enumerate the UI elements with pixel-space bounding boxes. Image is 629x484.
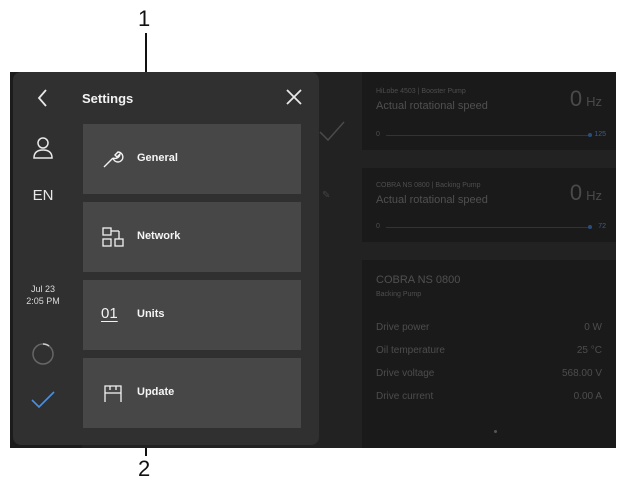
- menu-label: Network: [137, 230, 181, 242]
- background-edit-icon: ✎: [322, 190, 331, 201]
- callout-number-1: 1: [138, 6, 151, 31]
- slider-max: 72: [598, 223, 606, 230]
- language-button[interactable]: EN: [13, 187, 73, 204]
- update-icon: [101, 382, 125, 404]
- details-subtitle: Backing Pump: [376, 291, 422, 298]
- slider-max: 125: [594, 131, 606, 138]
- close-icon: [286, 89, 302, 105]
- page-indicator-dot: [494, 430, 497, 433]
- back-button[interactable]: [13, 88, 73, 112]
- stat-row-drive-current: Drive current 0.00 A: [376, 391, 602, 402]
- check-icon: [31, 391, 55, 409]
- pump-speed-value: 0 Hz: [569, 180, 602, 205]
- callout-number-2: 2: [138, 456, 151, 481]
- pump-name: HiLobe 4503 | Booster Pump: [376, 88, 466, 95]
- menu-general-button[interactable]: General: [83, 124, 301, 194]
- speed-slider-dot: [588, 225, 592, 229]
- slider-min: 0: [376, 131, 380, 138]
- pump-speed-label: Actual rotational speed: [376, 100, 488, 112]
- details-title: COBRA NS 0800: [376, 274, 461, 286]
- menu-units-button[interactable]: 01 Units: [83, 280, 301, 350]
- pump-card-backing: COBRA NS 0800 | Backing Pump Actual rota…: [362, 168, 616, 242]
- time-display: 2:05 PM: [26, 296, 60, 306]
- date-display: Jul 23: [30, 284, 56, 294]
- menu-label: General: [137, 152, 178, 164]
- speed-slider-track: [386, 135, 592, 136]
- user-button[interactable]: [13, 136, 73, 162]
- chevron-left-icon: [37, 89, 47, 107]
- stat-row-drive-voltage: Drive voltage 568.00 V: [376, 368, 602, 379]
- device-screen: ✎ HiLobe 4503 | Booster Pump Actual rota…: [10, 72, 616, 448]
- pump-speed-value: 0 Hz: [569, 86, 602, 111]
- menu-network-button[interactable]: Network: [83, 202, 301, 272]
- user-icon: [33, 137, 53, 159]
- stat-row-oil-temperature: Oil temperature 25 °C: [376, 345, 602, 356]
- refresh-button[interactable]: [13, 341, 73, 367]
- stat-row-drive-power: Drive power 0 W: [376, 322, 602, 333]
- background-check-icon: [318, 120, 346, 147]
- speed-slider-dot: [588, 133, 592, 137]
- wrench-icon: [101, 148, 125, 170]
- pump-name: COBRA NS 0800 | Backing Pump: [376, 182, 481, 189]
- pump-speed-label: Actual rotational speed: [376, 194, 488, 206]
- loading-spinner-icon: [32, 343, 54, 365]
- settings-title: Settings: [82, 91, 134, 106]
- units-icon: 01: [101, 305, 118, 322]
- pump-card-booster: HiLobe 4503 | Booster Pump Actual rotati…: [362, 72, 616, 150]
- menu-update-button[interactable]: Update: [83, 358, 301, 428]
- pump-details-card: COBRA NS 0800 Backing Pump Drive power 0 …: [362, 260, 616, 448]
- menu-label: Units: [137, 308, 165, 320]
- settings-panel: Settings EN Jul 23 2:05 PM General Netwo…: [13, 72, 319, 445]
- speed-slider-track: [386, 227, 592, 228]
- network-icon: [101, 226, 125, 248]
- menu-label: Update: [137, 386, 175, 398]
- close-button[interactable]: [283, 86, 305, 108]
- slider-min: 0: [376, 223, 380, 230]
- confirm-button[interactable]: [13, 390, 73, 414]
